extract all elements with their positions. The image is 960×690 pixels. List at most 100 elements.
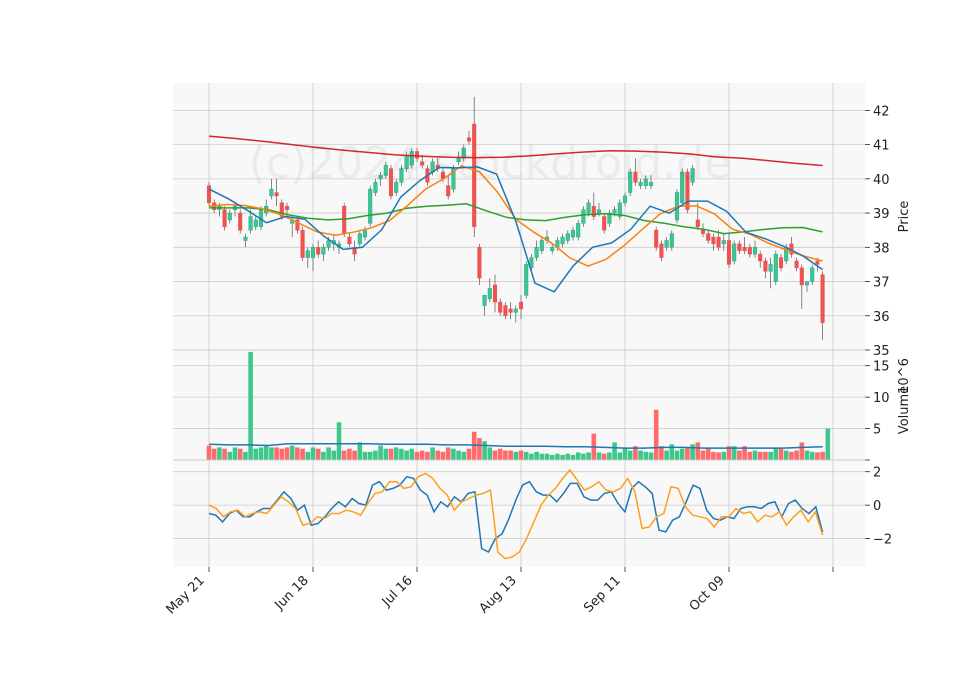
x-tick-label: Jul 16 xyxy=(379,573,416,610)
candle-down xyxy=(695,219,700,228)
volume-bar xyxy=(700,450,706,460)
volume-bar xyxy=(783,450,789,460)
volume-bar xyxy=(763,451,768,460)
volume-bar xyxy=(685,447,690,460)
volume-exponent-label: 10^6 xyxy=(897,358,912,394)
price-y-tick-label: 42 xyxy=(873,104,890,119)
volume-bar xyxy=(607,452,612,460)
candle-down xyxy=(602,216,607,231)
volume-bar xyxy=(638,450,643,460)
volume-bar xyxy=(227,451,233,460)
candle-down xyxy=(716,236,721,248)
candle-down xyxy=(659,243,664,258)
candle-up xyxy=(669,233,674,248)
volume-bar xyxy=(445,447,451,460)
candle-up xyxy=(357,233,362,245)
candle-down xyxy=(284,205,290,210)
candle-down xyxy=(742,247,747,251)
candle-down xyxy=(794,260,799,269)
candle-up xyxy=(570,229,576,238)
volume-bar xyxy=(586,452,591,460)
candle-up xyxy=(368,188,373,224)
candle-down xyxy=(342,205,347,234)
volume-bar xyxy=(357,442,363,460)
price-y-tick-label: 39 xyxy=(873,207,890,222)
candle-down xyxy=(238,212,243,231)
volume-bar xyxy=(258,447,264,460)
volume-bar xyxy=(570,454,576,460)
volume-bar xyxy=(695,442,701,460)
volume-bar xyxy=(757,451,763,460)
candle-up xyxy=(310,247,316,258)
volume-bar xyxy=(243,451,248,460)
volume-bar xyxy=(341,450,347,460)
candle-down xyxy=(706,233,711,241)
volume-bar xyxy=(248,351,253,460)
volume-bar xyxy=(482,441,487,460)
candle-up xyxy=(565,233,570,241)
volume-bar xyxy=(721,451,727,460)
volume-bar xyxy=(440,451,446,460)
volume-bar xyxy=(435,450,441,460)
candle-up xyxy=(513,308,518,313)
candle-down xyxy=(300,229,305,258)
volume-bar xyxy=(425,451,430,460)
volume-bar xyxy=(648,452,654,460)
volume-bar xyxy=(373,450,378,460)
candle-up xyxy=(721,240,726,245)
price-y-tick-label: 41 xyxy=(873,139,890,154)
volume-bar xyxy=(752,450,758,460)
volume-bar xyxy=(601,453,607,460)
watermark-text: (c)2024 stockdroid.de xyxy=(249,138,731,189)
volume-bar xyxy=(690,444,695,460)
x-tick-label: Sep 11 xyxy=(581,573,624,616)
volume-bar xyxy=(269,447,274,460)
candle-up xyxy=(482,294,487,306)
volume-bar xyxy=(555,453,560,460)
volume-bar xyxy=(627,450,633,460)
volume-bar xyxy=(825,428,831,460)
price-y-tick-label: 40 xyxy=(873,173,890,188)
candle-down xyxy=(316,247,321,255)
volume-bar xyxy=(404,450,409,460)
volume-bar xyxy=(362,451,368,460)
volume-bar xyxy=(305,451,311,460)
volume-bar xyxy=(461,451,467,460)
volume-bar xyxy=(503,450,508,460)
volume-bar xyxy=(513,451,519,460)
volume-bar xyxy=(705,447,711,460)
candle-up xyxy=(305,250,310,258)
volume-bar xyxy=(539,453,545,460)
volume-bar xyxy=(549,454,555,460)
candle-down xyxy=(815,260,820,265)
chart-svg: May 21 Jun 18 Jul 16 Aug 13 Sep 11 Oct 09 35 36… xyxy=(164,83,912,617)
volume-bar xyxy=(747,451,753,460)
candle-up xyxy=(524,264,529,296)
candle-up xyxy=(576,223,581,238)
candle-down xyxy=(726,240,732,265)
candle-up xyxy=(560,236,565,245)
candle-down xyxy=(518,301,524,310)
candle-up xyxy=(768,264,773,272)
candle-up xyxy=(804,281,810,286)
volume-bar xyxy=(399,448,404,460)
volume-bar xyxy=(466,448,472,460)
candle-down xyxy=(206,185,212,204)
volume-bar xyxy=(497,448,503,460)
volume-bar xyxy=(529,453,534,460)
volume-bar xyxy=(414,451,420,460)
candle-down xyxy=(508,308,513,313)
candle-up xyxy=(534,247,539,258)
candle-down xyxy=(654,229,659,248)
volume-bar xyxy=(393,447,399,460)
volume-bar xyxy=(206,445,212,460)
candle-down xyxy=(477,247,482,279)
volume-bar xyxy=(274,447,279,460)
candle-up xyxy=(321,247,326,255)
volume-bar xyxy=(534,451,539,460)
volume-bar xyxy=(388,448,394,460)
candle-up xyxy=(227,212,232,221)
x-tick-label: Jun 18 xyxy=(272,573,312,613)
candle-down xyxy=(737,243,742,251)
candle-up xyxy=(612,209,617,214)
